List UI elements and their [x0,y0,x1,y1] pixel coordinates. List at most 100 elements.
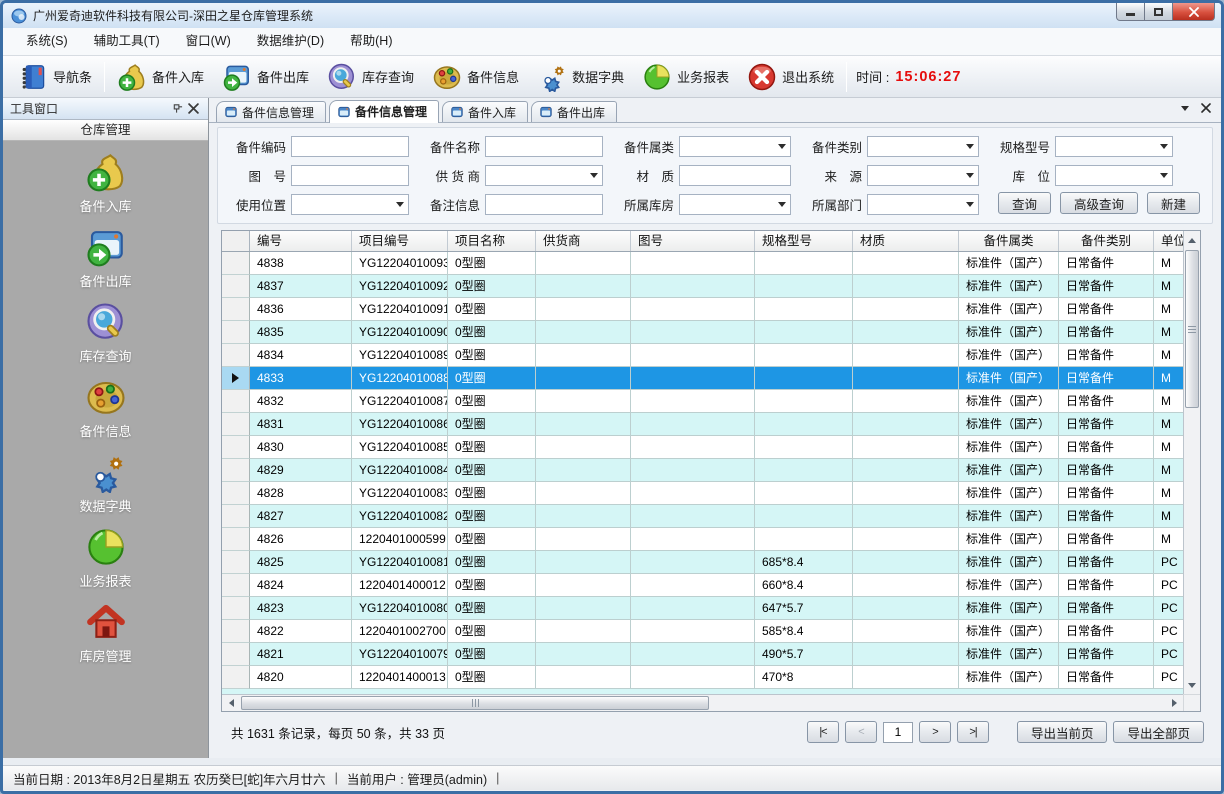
column-header-6[interactable]: 规格型号 [755,231,853,251]
table-row[interactable]: 4827YG122040100820型圈标准件（国产）日常备件M [222,505,1183,528]
sidebar-close-icon[interactable] [185,101,201,117]
toolbar-button-parts-inbound[interactable]: 备件入库 [108,59,213,95]
column-header-9[interactable]: 备件类别 [1059,231,1154,251]
sidebar-item-warehouse-management[interactable]: 库房管理 [3,601,208,665]
first-page-button[interactable]: |< [807,721,839,743]
toolbar-button-business-report[interactable]: 业务报表 [633,59,738,95]
table-row[interactable]: 4829YG122040100840型圈标准件（国产）日常备件M [222,459,1183,482]
sidebar-item-parts-info[interactable]: 备件信息 [3,376,208,440]
text-input[interactable] [485,136,603,157]
combo-input[interactable] [1055,136,1173,157]
menu-item-4[interactable]: 数据维护(D) [244,28,337,55]
text-input[interactable] [291,136,409,157]
form-field-label: 所属库房 [616,195,674,214]
sidebar-item-parts-outbound[interactable]: 备件出库 [3,226,208,290]
window-tab-icon [450,105,464,119]
table-row[interactable]: 4831YG122040100860型圈标准件（国产）日常备件M [222,413,1183,436]
table-row[interactable]: 4836YG122040100910型圈标准件（国产）日常备件M [222,298,1183,321]
toolbar-button-exit-system[interactable]: 退出系统 [738,59,843,95]
export-all-pages-button[interactable]: 导出全部页 [1113,721,1204,743]
scroll-right-arrow[interactable] [1166,695,1182,711]
scroll-left-arrow[interactable] [223,695,239,711]
pin-icon[interactable] [169,101,185,117]
last-page-button[interactable]: >| [957,721,989,743]
column-header-4[interactable]: 供货商 [536,231,631,251]
maximize-button[interactable] [1145,3,1173,21]
combo-input[interactable] [485,165,603,186]
data-grid: 编号项目编号项目名称供货商图号规格型号材质备件属类备件类别单位 4838YG12… [221,230,1201,712]
sidebar-group-title[interactable]: 仓库管理 [3,120,208,141]
tab-4[interactable]: 备件出库 [531,101,617,122]
combo-input[interactable] [291,194,409,215]
menu-item-2[interactable]: 辅助工具(T) [81,28,173,55]
table-row[interactable]: 4830YG122040100850型圈标准件（国产）日常备件M [222,436,1183,459]
query-button[interactable]: 查询 [998,192,1051,214]
parts-info-icon [432,62,462,92]
tab-close-icon[interactable] [1201,103,1211,113]
column-header-10[interactable]: 单位 [1154,231,1183,251]
combo-input[interactable] [679,136,791,157]
menu-item-5[interactable]: 帮助(H) [337,28,405,55]
toolbar-button-inventory-query[interactable]: 库存查询 [318,59,423,95]
combo-input[interactable] [679,194,791,215]
horizontal-scrollbar[interactable] [222,694,1183,711]
text-input[interactable] [679,165,791,186]
combo-input[interactable] [1055,165,1173,186]
export-current-page-button[interactable]: 导出当前页 [1017,721,1108,743]
scroll-up-arrow[interactable] [1184,232,1200,248]
tab-list-dropdown-icon[interactable] [1181,106,1189,111]
vscroll-thumb[interactable] [1185,250,1199,408]
column-header-3[interactable]: 项目名称 [448,231,536,251]
table-row[interactable]: 482212204010027000型圈585*8.4标准件（国产）日常备件PC [222,620,1183,643]
sidebar-item-parts-inbound[interactable]: 备件入库 [3,151,208,215]
table-row[interactable]: 482012204014000130型圈470*8标准件（国产）日常备件PC [222,666,1183,689]
table-row[interactable]: 482612204010005990型圈标准件（国产）日常备件M [222,528,1183,551]
column-header-5[interactable]: 图号 [631,231,755,251]
table-row[interactable]: 482412204014000120型圈660*8.4标准件（国产）日常备件PC [222,574,1183,597]
form-field-label: 备件类别 [804,137,862,156]
scroll-down-arrow[interactable] [1184,677,1200,693]
table-row[interactable]: 4835YG122040100900型圈标准件（国产）日常备件M [222,321,1183,344]
tab-2[interactable]: 备件信息管理 [329,100,439,123]
combo-input[interactable] [867,136,979,157]
page-number-input[interactable]: 1 [883,722,913,743]
next-page-button[interactable]: > [919,721,951,743]
table-row[interactable]: 4834YG122040100890型圈标准件（国产）日常备件M [222,344,1183,367]
table-row[interactable]: 4821YG122040100790型圈490*5.7标准件（国产）日常备件PC [222,643,1183,666]
table-row[interactable]: 4833YG122040100880型圈标准件（国产）日常备件M [222,367,1183,390]
combo-input[interactable] [867,165,979,186]
column-header-8[interactable]: 备件属类 [959,231,1059,251]
vertical-scrollbar[interactable] [1183,231,1200,694]
table-row[interactable]: 4825YG122040100810型圈685*8.4标准件（国产）日常备件PC [222,551,1183,574]
prev-page-button[interactable]: < [845,721,877,743]
text-input[interactable] [291,165,409,186]
table-row[interactable]: 4838YG122040100930型圈标准件（国产）日常备件M [222,252,1183,275]
sidebar-item-business-report[interactable]: 业务报表 [3,526,208,590]
table-row[interactable]: 4823YG122040100800型圈647*5.7标准件（国产）日常备件PC [222,597,1183,620]
tab-3[interactable]: 备件入库 [442,101,528,122]
minimize-button[interactable] [1116,3,1145,21]
column-header-7[interactable]: 材质 [853,231,959,251]
table-row[interactable]: 4837YG122040100920型圈标准件（国产）日常备件M [222,275,1183,298]
combo-input[interactable] [867,194,979,215]
toolbar-button-data-dictionary[interactable]: 数据字典 [528,59,633,95]
new-button[interactable]: 新建 [1147,192,1200,214]
menu-item-3[interactable]: 窗口(W) [173,28,244,55]
menu-item-1[interactable]: 系统(S) [13,28,81,55]
tab-1[interactable]: 备件信息管理 [216,101,326,122]
column-header-1[interactable]: 编号 [250,231,352,251]
text-input[interactable] [485,194,603,215]
hscroll-thumb[interactable] [241,696,709,710]
toolbar-button-parts-outbound[interactable]: 备件出库 [213,59,318,95]
table-row[interactable]: 4832YG122040100870型圈标准件（国产）日常备件M [222,390,1183,413]
row-selector [222,321,250,344]
close-button[interactable] [1173,3,1215,21]
sidebar-item-data-dictionary[interactable]: 数据字典 [3,451,208,515]
column-header-2[interactable]: 项目编号 [352,231,448,251]
sidebar-item-inventory-query[interactable]: 库存查询 [3,301,208,365]
toolbar-button-navigation-bar[interactable]: 导航条 [9,59,101,95]
toolbar-button-parts-info[interactable]: 备件信息 [423,59,528,95]
search-form: 备件编码备件名称备件属类备件类别规格型号图 号供 货 商材 质来 源库 位使用位… [217,127,1213,224]
advanced-query-button[interactable]: 高级查询 [1060,192,1138,214]
table-row[interactable]: 4828YG122040100830型圈标准件（国产）日常备件M [222,482,1183,505]
